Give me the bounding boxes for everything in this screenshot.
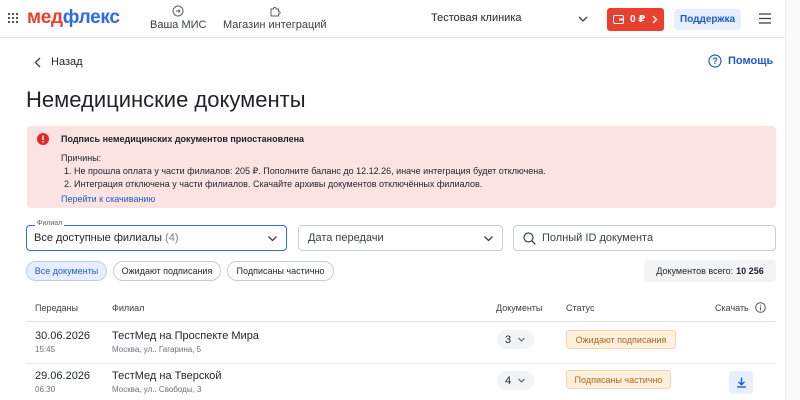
transfer-date-placeholder: Дата передачи: [308, 232, 384, 244]
logo-part-1: мед: [27, 7, 63, 28]
hamburger-menu-icon[interactable]: [759, 13, 771, 24]
support-button[interactable]: Поддержка: [674, 9, 741, 30]
suspension-alert: Подпись немедицинских документов приоста…: [27, 126, 776, 208]
row-date: 30.06.2026: [35, 330, 91, 342]
logo-part-2: флекс: [62, 7, 120, 28]
row-branch: ТестМед на Тверской: [112, 370, 222, 382]
row-address: Москва, ул.. Свободы, 3: [112, 385, 202, 394]
column-header-status[interactable]: Статус: [566, 303, 594, 313]
balance-amount: 0 ₽: [630, 14, 646, 25]
arrow-in-circle-icon: [172, 5, 184, 17]
row-branch: ТестМед на Проспекте Мира: [112, 330, 259, 342]
chevron-down-icon: [484, 236, 493, 242]
svg-text:?: ?: [712, 56, 718, 66]
top-header: медфлекс Ваша МИС Магазин интеграций Тес…: [0, 0, 785, 38]
branch-value-text: Все доступные филиалы: [34, 232, 163, 244]
alert-reasons-list: 1. Не прошла оплата у части филиалов: 20…: [64, 165, 546, 191]
branch-select[interactable]: Филиал Все доступные филиалы (4): [26, 220, 287, 251]
back-label: Назад: [51, 56, 83, 68]
help-label: Помощь: [728, 55, 774, 67]
branch-select-label: Филиал: [35, 220, 65, 227]
puzzle-icon: [270, 6, 281, 17]
alert-reason-item: 1. Не прошла оплата у части филиалов: 20…: [64, 166, 546, 176]
wallet-icon: [613, 15, 624, 24]
chevron-down-icon: [268, 236, 277, 242]
clinic-select[interactable]: Тестовая клиника: [431, 12, 522, 24]
search-icon: [523, 232, 536, 245]
row-documents-count: 4: [505, 374, 512, 387]
question-circle-icon: ?: [708, 54, 722, 68]
page-title: Немедицинские документы: [26, 87, 306, 112]
row-address: Москва, ул.. Гагарина, 5: [112, 345, 202, 354]
documents-total-value: 10 256: [736, 266, 764, 276]
nav-your-mis[interactable]: Ваша МИС: [150, 5, 206, 31]
status-badge: Подписаны частично: [566, 370, 671, 389]
medflex-logo[interactable]: медфлекс: [27, 7, 120, 29]
column-header-branch[interactable]: Филиал: [112, 303, 144, 313]
row-documents-dropdown[interactable]: 4: [497, 371, 534, 390]
download-button[interactable]: [729, 371, 753, 394]
row-time: 15:45: [35, 345, 56, 354]
balance-button[interactable]: 0 ₽: [607, 8, 664, 31]
column-header-transferred[interactable]: Переданы: [35, 303, 78, 313]
column-header-documents[interactable]: Документы: [496, 303, 542, 313]
alert-reason-item: 2. Интеграция отключена у части филиалов…: [64, 179, 483, 189]
column-header-download: Скачать: [715, 303, 749, 313]
branch-select-value: Все доступные филиалы (4): [34, 232, 179, 244]
row-date: 29.06.2026: [35, 370, 91, 382]
download-icon: [736, 377, 746, 388]
documents-total-label: Документов всего:: [656, 266, 734, 276]
go-to-download-link[interactable]: Перейти к скачиванию: [61, 194, 155, 204]
row-time: 06:30: [35, 385, 56, 394]
info-icon[interactable]: [755, 302, 766, 313]
documents-total: Документов всего: 10 256: [644, 260, 776, 282]
chevron-down-icon: [518, 378, 526, 383]
chevron-down-icon: [518, 337, 526, 342]
alert-title: Подпись немедицинских документов приоста…: [61, 134, 305, 144]
row-divider: [26, 363, 776, 364]
page-scrollbar[interactable]: [785, 0, 800, 400]
filter-chip-all[interactable]: Все документы: [26, 261, 107, 281]
table-header-divider: [26, 321, 776, 322]
branch-count: (4): [165, 232, 179, 244]
document-id-search[interactable]: [513, 225, 776, 251]
chevron-left-icon: [34, 57, 41, 67]
filter-chip-awaiting[interactable]: Ожидают подписания: [113, 261, 221, 281]
transfer-date-select[interactable]: Дата передачи: [298, 225, 503, 251]
row-documents-dropdown[interactable]: 3: [497, 330, 534, 349]
filter-chip-partial[interactable]: Подписаны частично: [227, 261, 334, 281]
nav-integration-store-label: Магазин интеграций: [223, 19, 327, 31]
nav-integration-store[interactable]: Магазин интеграций: [223, 5, 327, 31]
document-id-input[interactable]: [542, 230, 767, 246]
chevron-down-icon[interactable]: [577, 13, 589, 25]
nav-your-mis-label: Ваша МИС: [150, 19, 207, 31]
alert-reasons-label: Причины:: [61, 153, 102, 163]
apps-grid-icon[interactable]: [7, 12, 19, 24]
status-badge: Ожидают подписания: [566, 330, 676, 349]
back-link[interactable]: Назад: [34, 56, 83, 68]
help-link[interactable]: ? Помощь: [708, 54, 773, 68]
error-circle-icon: [37, 133, 49, 145]
row-documents-count: 3: [505, 333, 512, 346]
chevron-right-icon: [652, 15, 658, 24]
